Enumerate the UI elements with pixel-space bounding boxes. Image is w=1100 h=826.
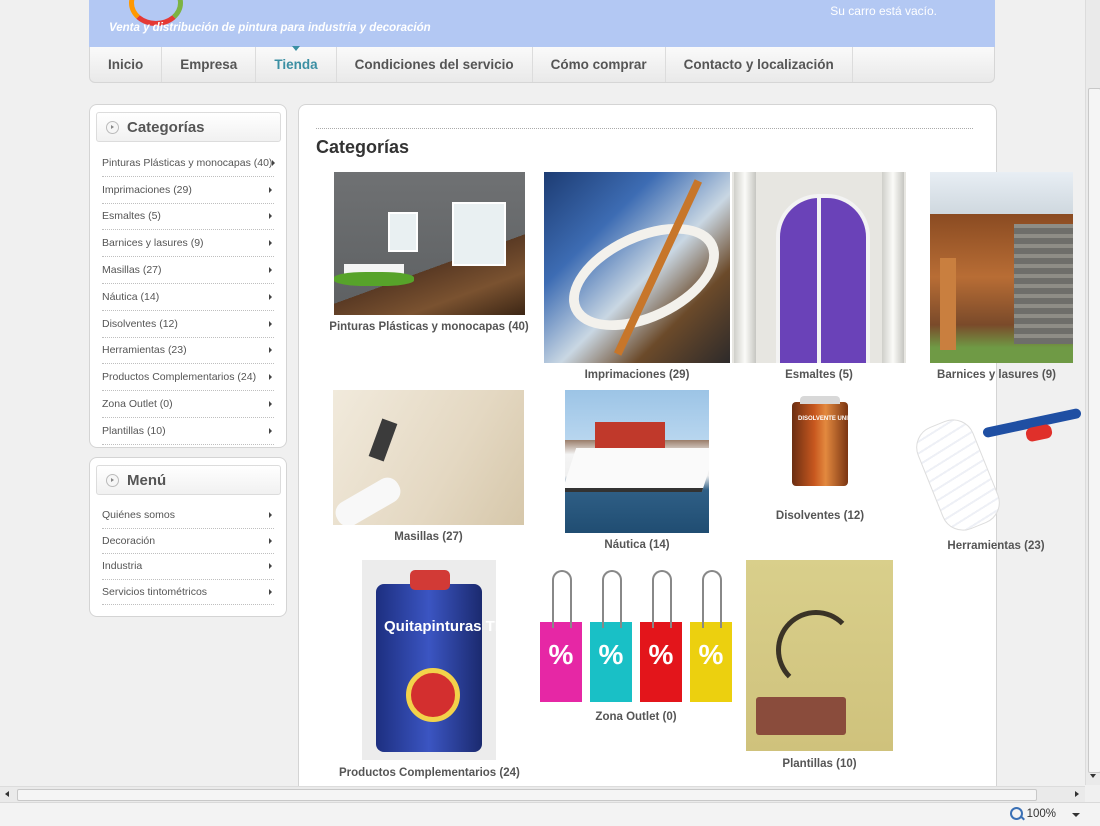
arrow-right-icon — [269, 240, 272, 247]
site-tagline: Venta y distribución de pintura para ind… — [109, 22, 431, 34]
sidebar-categories-box: Categorías Pinturas Plásticas y monocapa… — [89, 104, 287, 448]
arrow-right-icon — [269, 588, 272, 595]
category-card-herramientas[interactable]: Herramientas (23) — [914, 392, 1084, 552]
arrow-right-icon — [269, 374, 272, 381]
arrow-right-icon — [269, 563, 272, 570]
sidebar-item-masillas[interactable]: Masillas (27) — [102, 257, 274, 284]
arrow-right-icon — [269, 186, 272, 193]
arrow-right-icon — [269, 213, 272, 220]
nav-condiciones[interactable]: Condiciones del servicio — [337, 47, 533, 82]
category-card-barnices[interactable]: Barnices y lasures (9) — [930, 172, 1073, 381]
sidebar-categories-list: Pinturas Plásticas y monocapas (40) Impr… — [90, 142, 286, 445]
menu-item-quienes-somos[interactable]: Quiénes somos — [102, 503, 274, 529]
category-card-plantillas[interactable]: Plantillas (10) — [746, 560, 893, 770]
sidebar-item-nautica[interactable]: Náutica (14) — [102, 284, 274, 311]
sidebar-item-esmaltes[interactable]: Esmaltes (5) — [102, 204, 274, 231]
category-card-nautica[interactable]: Náutica (14) — [565, 390, 709, 551]
browser-status-bar: 100% — [0, 802, 1100, 826]
nav-tienda[interactable]: Tienda — [256, 46, 337, 82]
sidebar-menu-title: Menú — [127, 471, 167, 489]
zoom-control[interactable]: 100% — [1009, 807, 1056, 820]
horizontal-scrollbar[interactable] — [0, 786, 1085, 802]
sidebar-categories-header: Categorías — [96, 112, 281, 142]
main-nav: Inicio Empresa Tienda Condiciones del se… — [89, 46, 995, 83]
menu-item-industria[interactable]: Industria — [102, 554, 274, 580]
arrow-right-icon — [272, 159, 276, 166]
page-title: Categorías — [316, 137, 410, 157]
sidebar-menu-box: Menú Quiénes somos Decoración Industria … — [89, 457, 287, 617]
sidebar-item-complementarios[interactable]: Productos Complementarios (24) — [102, 364, 274, 392]
horizontal-scroll-thumb[interactable] — [17, 789, 1037, 801]
category-card-disolventes[interactable]: DISOLVENTE UNIVERSAL Disolventes (12) — [760, 396, 880, 522]
cart-status[interactable]: Su carro está vacío. — [830, 4, 937, 18]
nav-inicio[interactable]: Inicio — [90, 47, 163, 82]
nav-como-comprar[interactable]: Cómo comprar — [533, 47, 666, 82]
category-card-imprimaciones[interactable]: Imprimaciones (29) — [544, 172, 730, 381]
category-card-esmaltes[interactable]: Esmaltes (5) — [732, 172, 906, 381]
vertical-scroll-thumb[interactable] — [1088, 88, 1100, 773]
category-card-complementarios[interactable]: Quitapinturas TITAN Productos Complement… — [339, 560, 520, 779]
category-card-masillas[interactable]: Masillas (27) — [333, 390, 524, 543]
pipe-primer-image[interactable] — [544, 172, 730, 363]
sidebar-menu-header: Menú — [96, 465, 281, 495]
stencil-image[interactable] — [746, 560, 893, 751]
scroll-left-icon[interactable] — [5, 791, 9, 797]
site-header: Venta y distribución de pintura para ind… — [89, 0, 995, 47]
sidebar-item-disolventes[interactable]: Disolventes (12) — [102, 311, 274, 338]
solvent-can-image[interactable]: DISOLVENTE UNIVERSAL — [792, 396, 872, 486]
arrow-right-icon — [269, 320, 272, 327]
sidebar-item-imprimaciones[interactable]: Imprimaciones (29) — [102, 177, 274, 204]
arrow-right-icon — [269, 267, 272, 274]
arrow-right-icon — [269, 293, 272, 300]
sidebar-item-herramientas[interactable]: Herramientas (23) — [102, 338, 274, 365]
scroll-down-icon[interactable] — [1090, 774, 1096, 778]
category-card-pinturas[interactable]: Pinturas Plásticas y monocapas (40) — [329, 172, 529, 333]
zoom-level: 100% — [1026, 807, 1056, 820]
sidebar-menu-list: Quiénes somos Decoración Industria Servi… — [90, 495, 286, 605]
sidebar-item-plantillas[interactable]: Plantillas (10) — [102, 418, 274, 445]
zoom-icon — [1009, 807, 1023, 820]
bullet-arrow-icon — [106, 473, 119, 487]
zoom-dropdown-icon[interactable] — [1072, 813, 1080, 817]
paint-roller-image[interactable] — [914, 392, 1084, 532]
sidebar-item-outlet[interactable]: Zona Outlet (0) — [102, 391, 274, 418]
sidebar-item-barnices[interactable]: Barnices y lasures (9) — [102, 230, 274, 258]
living-room-image[interactable] — [333, 172, 525, 315]
nav-contacto[interactable]: Contacto y localización — [666, 47, 853, 82]
menu-item-servicios-tintometricos[interactable]: Servicios tintométricos — [102, 580, 274, 605]
purple-door-image[interactable] — [732, 172, 906, 363]
menu-item-decoracion[interactable]: Decoración — [102, 529, 274, 554]
sidebar-categories-title: Categorías — [127, 118, 205, 136]
percent-tags-image[interactable]: % % % % — [538, 560, 734, 705]
category-card-outlet[interactable]: % % % % Zona Outlet (0) — [538, 560, 734, 723]
wood-cabin-image[interactable] — [930, 172, 1073, 363]
boat-image[interactable] — [565, 390, 709, 533]
arrow-right-icon — [269, 427, 272, 434]
nav-empresa[interactable]: Empresa — [162, 47, 257, 82]
vertical-scrollbar[interactable] — [1085, 0, 1100, 785]
scroll-right-icon[interactable] — [1075, 791, 1079, 797]
plaster-wall-image[interactable] — [333, 390, 524, 525]
bullet-arrow-icon — [106, 120, 119, 134]
dotted-divider — [316, 128, 973, 129]
arrow-right-icon — [269, 512, 272, 519]
arrow-right-icon — [269, 401, 272, 408]
arrow-right-icon — [269, 347, 272, 354]
arrow-right-icon — [269, 537, 272, 544]
paint-stripper-tin-image[interactable]: Quitapinturas TITAN — [362, 560, 496, 760]
sidebar-item-pinturas[interactable]: Pinturas Plásticas y monocapas (40) — [102, 150, 276, 177]
